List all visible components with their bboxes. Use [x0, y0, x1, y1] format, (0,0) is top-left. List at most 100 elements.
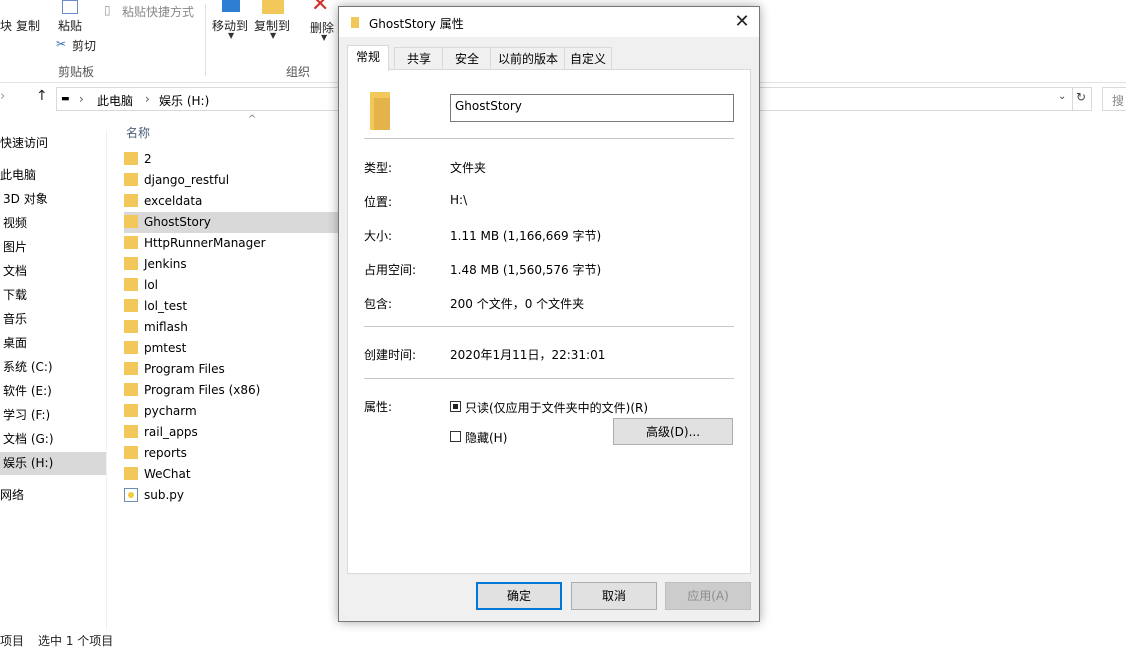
- list-item[interactable]: 2: [124, 149, 344, 170]
- move-to-icon: [222, 0, 240, 12]
- ribbon-separator: [205, 4, 206, 76]
- list-item-selected[interactable]: GhostStory: [124, 212, 344, 233]
- tab-security[interactable]: 安全: [442, 47, 492, 70]
- nav-item-music[interactable]: 音乐: [0, 308, 109, 331]
- nav-item-this-pc[interactable]: 此电脑: [0, 164, 106, 187]
- size-value: 1.11 MB (1,166,669 字节): [450, 229, 602, 243]
- created-label: 创建时间:: [364, 348, 417, 362]
- up-arrow-icon[interactable]: ↑: [36, 88, 48, 104]
- folder-name-input[interactable]: GhostStory: [450, 94, 734, 122]
- refresh-icon: ↻: [1076, 90, 1087, 104]
- nav-item-desktop[interactable]: 桌面: [0, 332, 109, 355]
- folder-icon: [124, 278, 138, 291]
- status-selected: 选中 1 个项目: [38, 634, 114, 648]
- list-item[interactable]: exceldata: [124, 191, 344, 212]
- divider: [364, 326, 734, 327]
- cut-button[interactable]: 剪切: [72, 37, 96, 54]
- list-item[interactable]: django_restful: [124, 170, 344, 191]
- breadcrumb-this-pc[interactable]: 此电脑: [97, 92, 133, 109]
- refresh-button[interactable]: ↻: [1072, 87, 1092, 111]
- type-value: 文件夹: [450, 161, 487, 175]
- hidden-checkbox[interactable]: [450, 431, 461, 442]
- python-file-icon: [124, 487, 138, 502]
- paste-shortcut-icon: ▯: [104, 3, 111, 17]
- nav-item-pictures[interactable]: 图片: [0, 236, 109, 259]
- nav-item-3d-objects[interactable]: 3D 对象: [0, 188, 109, 211]
- address-bar[interactable]: ▬ › 此电脑 › 娱乐 (H:): [56, 87, 342, 111]
- tab-customize[interactable]: 自定义: [564, 47, 612, 70]
- created-value: 2020年1月11日，22:31:01: [450, 348, 606, 362]
- delete-icon: ✕: [311, 0, 330, 17]
- sort-ascending-icon: ^: [248, 114, 257, 125]
- paste-icon: [62, 0, 78, 14]
- tab-sharing[interactable]: 共享: [394, 47, 444, 70]
- list-item[interactable]: Program Files: [124, 359, 344, 380]
- column-header-name[interactable]: 名称: [126, 124, 150, 141]
- apply-button[interactable]: 应用(A): [665, 582, 751, 610]
- nav-item-drive-g[interactable]: 文档 (G:): [0, 428, 109, 451]
- folder-icon: [124, 341, 138, 354]
- nav-item-quick-access[interactable]: 快速访问: [0, 132, 106, 155]
- list-item[interactable]: reports: [124, 443, 344, 464]
- paste-button[interactable]: 粘贴: [58, 17, 82, 34]
- organize-group-label: 组织: [286, 65, 311, 79]
- search-box[interactable]: 搜: [1102, 87, 1126, 111]
- list-item[interactable]: Program Files (x86): [124, 380, 344, 401]
- nav-item-videos[interactable]: 视频: [0, 212, 109, 235]
- list-item[interactable]: sub.py: [124, 485, 344, 506]
- nav-item-drive-c[interactable]: 系统 (C:): [0, 356, 109, 379]
- list-item[interactable]: pycharm: [124, 401, 344, 422]
- tab-previous-versions[interactable]: 以前的版本: [490, 47, 566, 70]
- copy-button[interactable]: 复制: [16, 17, 40, 34]
- clipboard-group-label: 剪贴板: [58, 65, 95, 79]
- list-item[interactable]: miflash: [124, 317, 344, 338]
- folder-icon: [124, 194, 138, 207]
- nav-item-drive-f[interactable]: 学习 (F:): [0, 404, 109, 427]
- nav-item-documents[interactable]: 文档: [0, 260, 109, 283]
- navigation-pane: 快速访问 此电脑 3D 对象 视频 图片 文档 下载 音乐 桌面 系统 (C:)…: [0, 130, 107, 630]
- nav-item-downloads[interactable]: 下载: [0, 284, 109, 307]
- tab-general[interactable]: 常规: [347, 45, 389, 71]
- nav-item-drive-h[interactable]: 娱乐 (H:): [0, 452, 106, 475]
- properties-dialog: GhostStory 属性 ✕ 常规 共享 安全 以前的版本 自定义 Ghost…: [338, 6, 760, 622]
- cancel-button[interactable]: 取消: [571, 582, 657, 610]
- list-item[interactable]: rail_apps: [124, 422, 344, 443]
- pin-label[interactable]: 块: [0, 17, 12, 34]
- list-item[interactable]: HttpRunnerManager: [124, 233, 344, 254]
- folder-icon: [124, 362, 138, 375]
- folder-icon: [124, 236, 138, 249]
- ok-button[interactable]: 确定: [476, 582, 562, 610]
- readonly-checkbox[interactable]: [450, 401, 461, 412]
- nav-item-drive-e[interactable]: 软件 (E:): [0, 380, 109, 403]
- drive-icon: ▬: [61, 94, 70, 104]
- list-item[interactable]: Jenkins: [124, 254, 344, 275]
- list-item[interactable]: lol_test: [124, 296, 344, 317]
- address-bar-right[interactable]: ⌄: [758, 87, 1075, 111]
- folder-icon: [124, 215, 138, 228]
- size-label: 大小:: [364, 229, 393, 243]
- readonly-label[interactable]: 只读(仅应用于文件夹中的文件)(R): [465, 399, 648, 416]
- list-item[interactable]: pmtest: [124, 338, 344, 359]
- breadcrumb-drive[interactable]: 娱乐 (H:): [159, 92, 209, 109]
- forward-arrow-icon[interactable]: ›: [0, 89, 5, 104]
- nav-item-network[interactable]: 网络: [0, 484, 106, 507]
- dialog-titlebar[interactable]: GhostStory 属性 ✕: [339, 7, 759, 37]
- close-icon[interactable]: ✕: [731, 11, 753, 33]
- list-item[interactable]: lol: [124, 275, 344, 296]
- general-panel: GhostStory 类型: 文件夹 位置: H:\ 大小: 1.11 MB (…: [347, 69, 751, 574]
- folder-icon: [370, 92, 390, 130]
- paste-shortcut-button[interactable]: 粘贴快捷方式: [122, 3, 194, 20]
- folder-icon: [351, 17, 359, 28]
- advanced-button[interactable]: 高级(D)...: [613, 418, 733, 445]
- delete-caret-icon: ▼: [321, 33, 328, 42]
- copy-to-icon: [262, 0, 284, 14]
- status-item-count: 项目: [0, 634, 25, 648]
- hidden-label[interactable]: 隐藏(H): [465, 429, 507, 446]
- divider: [364, 378, 734, 379]
- search-input[interactable]: 搜: [1112, 92, 1124, 109]
- address-dropdown-icon[interactable]: ⌄: [1058, 91, 1066, 102]
- folder-icon: [124, 404, 138, 417]
- list-item[interactable]: WeChat: [124, 464, 344, 485]
- breadcrumb-chevron-icon: ›: [79, 92, 84, 106]
- status-bar: 项目 选中 1 个项目: [0, 628, 340, 648]
